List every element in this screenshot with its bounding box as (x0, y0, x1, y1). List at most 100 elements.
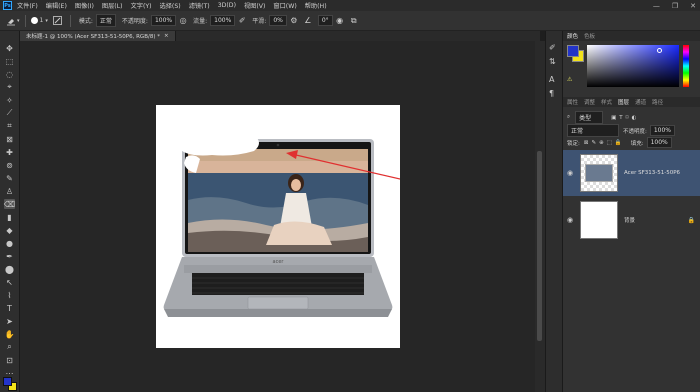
menu-file[interactable]: 文件(F) (17, 1, 38, 10)
document-canvas[interactable]: acer (156, 105, 427, 348)
tab-layers[interactable]: 图层 (618, 98, 629, 106)
layer-thumbnail (580, 201, 618, 239)
pressure-size-icon[interactable]: ◉ (335, 16, 345, 26)
symmetry-icon[interactable]: ⧉ (349, 16, 359, 26)
smooth-field[interactable]: 0% (269, 15, 287, 26)
menu-bar: Ps 文件(F) 编辑(E) 图像(I) 图层(L) 文字(Y) 选择(S) 滤… (0, 0, 700, 11)
lock-icons[interactable]: ⊠✎⊕⬚🔒 (584, 140, 625, 146)
menu-select[interactable]: 选择(S) (160, 1, 181, 10)
menu-edit[interactable]: 编辑(E) (46, 1, 67, 10)
layer-filter-icons[interactable]: ▣T⌑◐ (611, 115, 639, 121)
direct-select-tool-icon[interactable]: ➤ (4, 316, 15, 326)
sponge-tool-icon[interactable]: ⬤ (4, 264, 15, 274)
tab-paths[interactable]: 路径 (652, 98, 663, 106)
edit-toolbar-icon[interactable]: ⊡ (4, 355, 15, 365)
pen-tool-icon[interactable]: ✒ (4, 251, 15, 261)
gear-icon[interactable]: ⚙ (289, 16, 299, 26)
flow-field[interactable]: 100% (210, 15, 236, 26)
airbrush-icon[interactable]: ✐ (237, 16, 247, 26)
pen-anchor-tool-icon[interactable]: ⌇ (4, 290, 15, 300)
photoshop-logo[interactable]: Ps (3, 1, 12, 10)
foreground-color-swatch[interactable] (3, 377, 12, 386)
patch-tool-icon[interactable]: ⊚ (4, 160, 15, 170)
menu-type[interactable]: 文字(Y) (131, 1, 152, 10)
clone-stamp-tool-icon[interactable]: ♙ (4, 186, 15, 196)
hue-slider[interactable] (683, 45, 689, 87)
healing-brush-tool-icon[interactable]: ✚ (4, 147, 15, 157)
character-panel-icon[interactable]: A (549, 75, 554, 84)
tab-channels[interactable]: 通道 (635, 98, 646, 106)
fill-label: 填充: (630, 140, 644, 147)
options-bar: ▾ 1 ▾ 模式: 正常 不透明度: 100% ◎ 流量: 100% ✐ 平滑:… (0, 11, 700, 31)
color-field[interactable] (587, 45, 679, 87)
path-select-tool-icon[interactable]: ↖ (4, 277, 15, 287)
search-icon: ⌕ (567, 114, 571, 120)
tab-swatches[interactable]: 色板 (584, 32, 595, 40)
frame-tool-icon[interactable]: ⊠ (4, 134, 15, 144)
menu-window[interactable]: 窗口(W) (273, 1, 296, 10)
dodge-tool-icon[interactable]: ● (4, 238, 15, 248)
eraser-tool-icon[interactable]: ⌫ (4, 199, 15, 209)
eraser-tool-preset-icon[interactable] (6, 16, 16, 26)
canvas-vertical-scrollbar[interactable] (535, 41, 545, 392)
gradient-tool-icon[interactable]: ▮ (4, 212, 15, 222)
paragraph-panel-icon[interactable]: ¶ (549, 89, 554, 98)
text-tool-icon[interactable]: T (4, 303, 15, 313)
history-panel-icon[interactable]: ✐ (549, 43, 556, 52)
zoom-tool-icon[interactable]: ⌕ (4, 342, 15, 352)
blend-mode-select[interactable]: 正常 (567, 124, 619, 137)
restore-button[interactable]: ❐ (672, 2, 678, 10)
lasso-tool-icon[interactable]: ◌ (4, 69, 15, 79)
color-panel-tabs: 颜色 色板 (563, 31, 700, 41)
magic-wand-tool-icon[interactable]: ✧ (4, 95, 15, 105)
tab-properties[interactable]: 属性 (567, 98, 578, 106)
pressure-opacity-icon[interactable]: ◎ (178, 16, 188, 26)
tab-color[interactable]: 颜色 (567, 32, 578, 40)
layer-row[interactable]: ◉ 背景 🔒 (563, 197, 700, 243)
tab-styles[interactable]: 样式 (601, 98, 612, 106)
close-button[interactable]: ✕ (690, 2, 696, 10)
hand-tool-icon[interactable]: ✋ (4, 329, 15, 339)
angle-field[interactable]: 0° (317, 15, 333, 26)
eyedropper-tool-icon[interactable]: ⟋ (4, 108, 15, 118)
gamut-warning-icon[interactable]: ⚠ (567, 76, 572, 83)
tab-close-icon[interactable]: × (164, 33, 169, 39)
menu-image[interactable]: 图像(I) (75, 1, 94, 10)
layer-name: 背景 (624, 218, 636, 224)
menu-view[interactable]: 视图(V) (244, 1, 265, 10)
document-tab[interactable]: 未标题-1 @ 100% (Acer SF313-51-50P6, RGB/8)… (20, 31, 176, 41)
smooth-label: 平滑: (252, 18, 267, 25)
tab-adjustments[interactable]: 调整 (584, 98, 595, 106)
quick-select-tool-icon[interactable]: ⌖ (4, 82, 15, 92)
menu-filter[interactable]: 滤镜(T) (189, 1, 210, 10)
crop-tool-icon[interactable]: ⌗ (4, 121, 15, 131)
menu-3d[interactable]: 3D(D) (218, 2, 236, 9)
lock-icon: 🔒 (687, 216, 695, 224)
brush-settings-icon[interactable] (53, 16, 63, 26)
fill-field[interactable]: 100% (646, 137, 672, 148)
adjustments-panel-icon[interactable]: ⇅ (549, 57, 556, 66)
brush-tool-icon[interactable]: ✎ (4, 173, 15, 183)
mode-select[interactable]: 正常 (95, 14, 116, 27)
document-tab-title: 未标题-1 @ 100% (Acer SF313-51-50P6, RGB/8)… (26, 34, 160, 40)
flow-label: 流量: (193, 18, 208, 25)
eye-icon[interactable]: ◉ (563, 216, 577, 224)
blend-opacity-row: 正常 不透明度: 100% (567, 124, 676, 137)
move-tool-icon[interactable]: ✥ (4, 43, 15, 53)
minimize-button[interactable]: — (653, 2, 660, 10)
eye-icon[interactable]: ◉ (563, 169, 577, 177)
color-panel-foreground-swatch[interactable] (567, 45, 579, 57)
brush-preview[interactable]: 1 ▾ (30, 17, 48, 24)
menu-layer[interactable]: 图层(L) (102, 1, 123, 10)
menu-help[interactable]: 帮助(H) (305, 1, 327, 10)
opacity-field[interactable]: 100% (150, 15, 177, 26)
color-picker-handle[interactable] (657, 48, 662, 53)
blur-tool-icon[interactable]: ◆ (4, 225, 15, 235)
marquee-tool-icon[interactable]: ⬚ (4, 56, 15, 66)
lock-fill-row: 锁定: ⊠✎⊕⬚🔒 填充: 100% (567, 137, 672, 148)
angle-icon: ∠ (304, 16, 312, 25)
layer-opacity-field[interactable]: 100% (649, 125, 676, 136)
scrollbar-thumb[interactable] (537, 151, 542, 341)
layer-kind-select[interactable]: 类型 (575, 111, 604, 124)
layer-row[interactable]: ◉ Acer SF313-51-50P6 (563, 150, 700, 196)
